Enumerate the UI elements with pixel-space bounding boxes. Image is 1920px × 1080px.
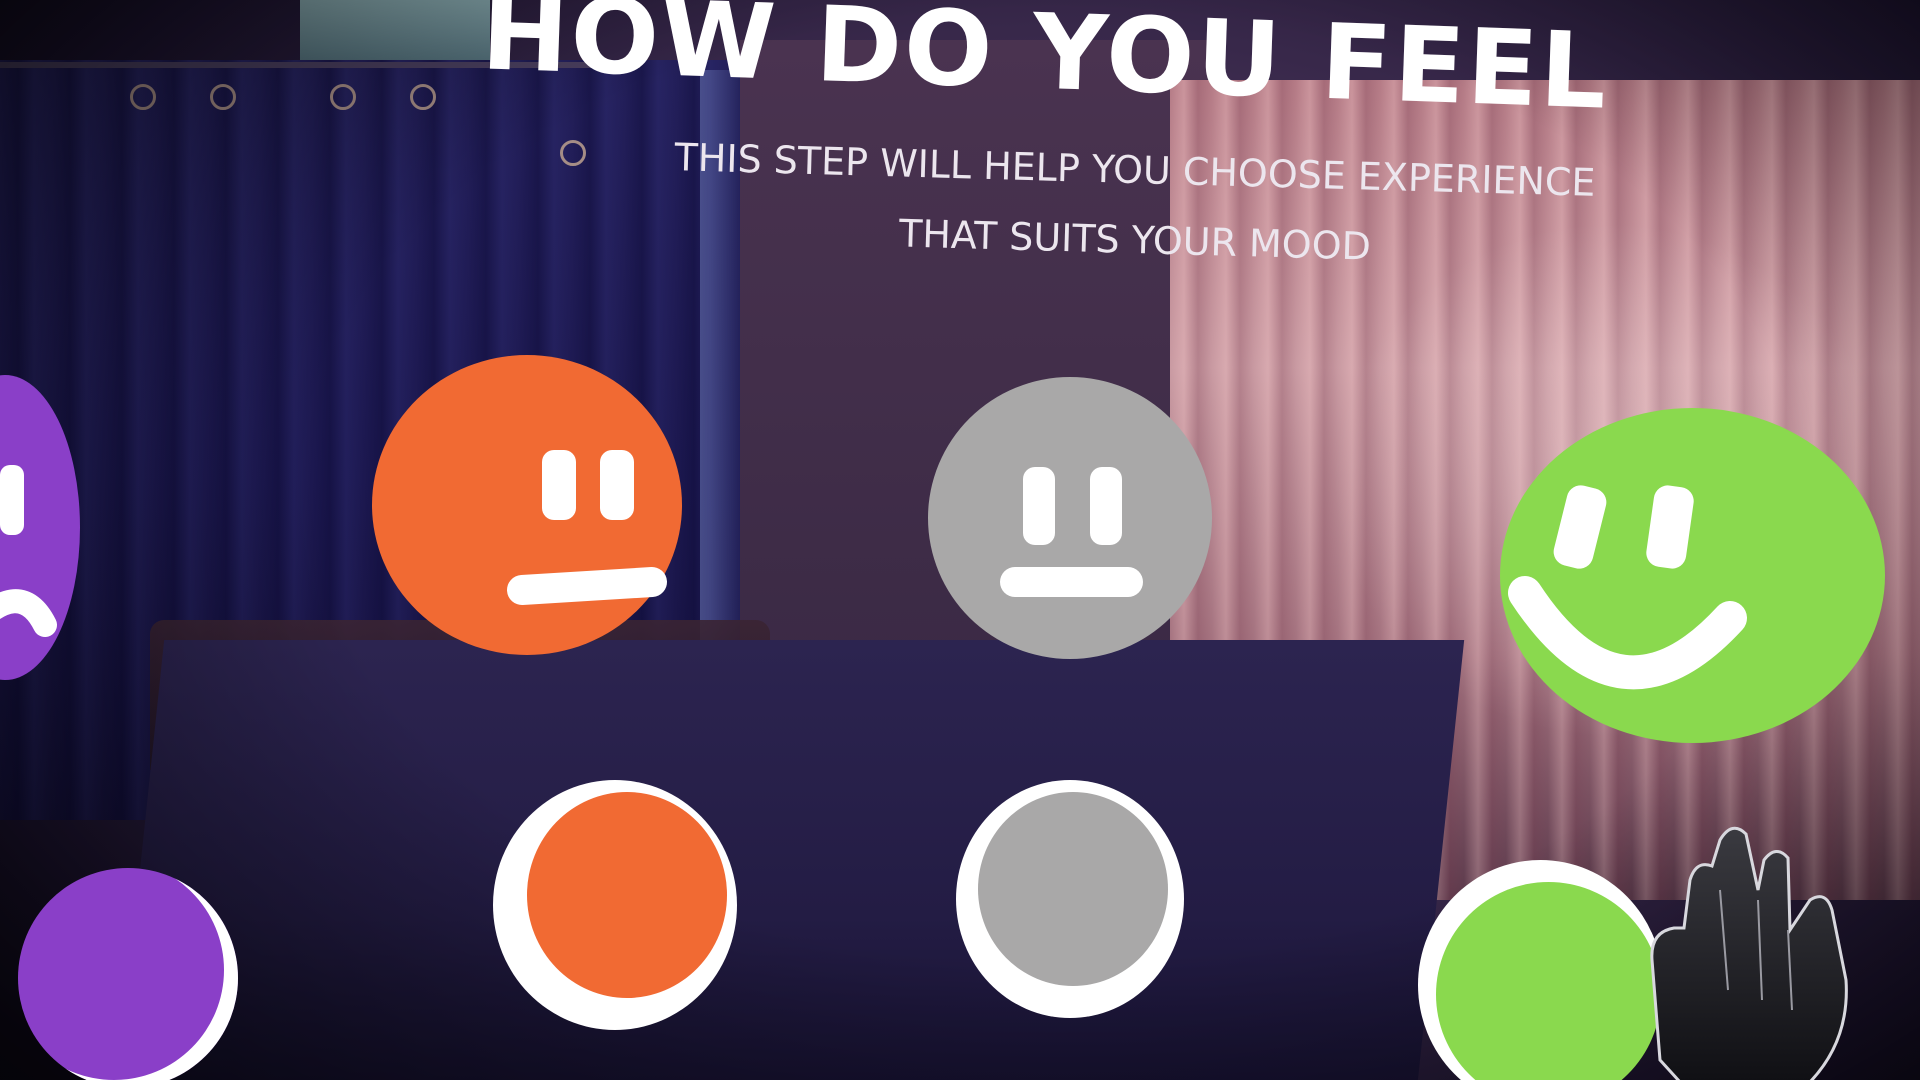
frown-face-drawing bbox=[507, 450, 667, 605]
neutral-mood-button[interactable] bbox=[956, 780, 1184, 1018]
smile-face-drawing bbox=[1508, 485, 1747, 690]
vr-controller-hand-icon bbox=[1640, 820, 1900, 1080]
unhappy-button-fill bbox=[527, 792, 727, 998]
neutral-button-fill bbox=[978, 792, 1168, 986]
unhappy-mood-button[interactable] bbox=[493, 780, 737, 1030]
frown-face-icon[interactable] bbox=[372, 355, 682, 655]
hand-drawing bbox=[1650, 826, 1848, 1080]
sad-face-drawing bbox=[0, 465, 57, 637]
smile-face-icon[interactable] bbox=[1500, 408, 1885, 743]
vr-scene: HOW DO YOU FEEL THIS STEP WILL HELP YOU … bbox=[0, 0, 1920, 1080]
neutral-face-icon[interactable] bbox=[928, 377, 1212, 659]
happy-button-fill bbox=[1436, 882, 1661, 1080]
sad-face-icon[interactable] bbox=[0, 375, 80, 680]
neutral-face-drawing bbox=[1000, 467, 1143, 597]
sad-button-fill bbox=[18, 868, 238, 1080]
